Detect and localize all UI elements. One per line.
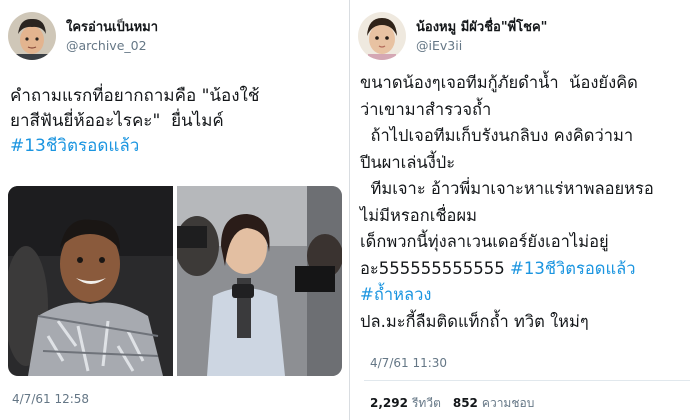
tweet-text-line: ปีนผาเล่นงี้ป่ะ [360, 152, 456, 172]
tweet-text-line: ยาสีฟันยี่ห้ออะไรคะ" ยื่นไมค์ [10, 111, 224, 131]
display-name[interactable]: น้องหมู มีผัวชื่อ"พี่โชค" [416, 19, 547, 37]
tweet-stats: 2,292 รีทวีต 852 ความชอบ [370, 394, 534, 413]
tweet-timestamp[interactable]: 4/7/61 12:58 [12, 392, 89, 406]
tweet-timestamp[interactable]: 4/7/61 11:30 [370, 356, 447, 370]
tweet-text-line: ว่าเขามาสำรวจถ้ำ [360, 99, 492, 119]
child-avatar-icon[interactable] [358, 12, 406, 60]
tweet-text: คำถามแรกที่อยากถามคือ "น้องใช้ ยาสีฟันยี… [10, 84, 342, 159]
person-avatar-icon[interactable] [8, 12, 56, 60]
user-handle[interactable]: @iEv3ii [416, 37, 547, 54]
tweet-card-right: น้องหมู มีผัวชื่อ"พี่โชค" @iEv3ii ขนาดน้… [350, 0, 700, 420]
retweet-stat[interactable]: 2,292 รีทวีต [370, 394, 441, 413]
hashtag-link[interactable]: #ถ้ำหลวง [360, 285, 431, 304]
tweet-text-line: อะ555555555555 [360, 258, 510, 278]
tweet-text-line: ขนาดน้องๆเจอทีมกู้ภัยดำน้ำ น้องยังคิด [360, 73, 638, 92]
rescued-boy-photo[interactable] [8, 186, 173, 376]
tweet-text-line: เด็กพวกนี้ทุ่งลาเวนเดอร์ยังเอาไม่อยู่ [360, 232, 609, 251]
retweet-label: รีทวีต [411, 396, 441, 410]
stats-divider [364, 380, 690, 381]
tweet-header: น้องหมู มีผัวชื่อ"พี่โชค" @iEv3ii [358, 8, 547, 64]
tweet-photo-grid [8, 186, 342, 376]
hashtag-link[interactable]: #13ชีวิตรอดแล้ว [10, 136, 139, 156]
like-label: ความชอบ [481, 396, 535, 410]
tweet-header: ใครอ่านเป็นหมา @archive_02 [8, 8, 158, 64]
hashtag-link[interactable]: #13ชีวิตรอดแล้ว [510, 259, 636, 278]
tweet-text-line: ปล.มะกี้ลืมติดแท็กถ้ำ ทวิต ใหม่ๆ [360, 311, 589, 331]
user-handle[interactable]: @archive_02 [66, 37, 158, 54]
reporter-with-microphone-photo[interactable] [177, 186, 342, 376]
tweet-text-line: คำถามแรกที่อยากถามคือ "น้องใช้ [10, 86, 260, 106]
tweet-text-line: ไม่มีหรอกเชื่อผม [360, 205, 477, 225]
retweet-count: 2,292 [370, 396, 408, 410]
tweet-card-left: ใครอ่านเป็นหมา @archive_02 คำถามแรกที่อย… [0, 0, 350, 420]
display-name[interactable]: ใครอ่านเป็นหมา [66, 19, 158, 37]
like-count: 852 [452, 396, 478, 410]
tweet-text-line: ทีมเจาะ อ้าวพี่มาเจาะหาแร่หาพลอยหรอ [360, 179, 654, 198]
tweet-text-line: ถ้าไปเจอทีมเก็บรังนกลิบง คงคิดว่ามา [360, 126, 634, 145]
tweet-text: ขนาดน้องๆเจอทีมกู้ภัยดำน้ำ น้องยังคิด ว่… [360, 70, 696, 335]
like-stat[interactable]: 852 ความชอบ [453, 394, 534, 413]
